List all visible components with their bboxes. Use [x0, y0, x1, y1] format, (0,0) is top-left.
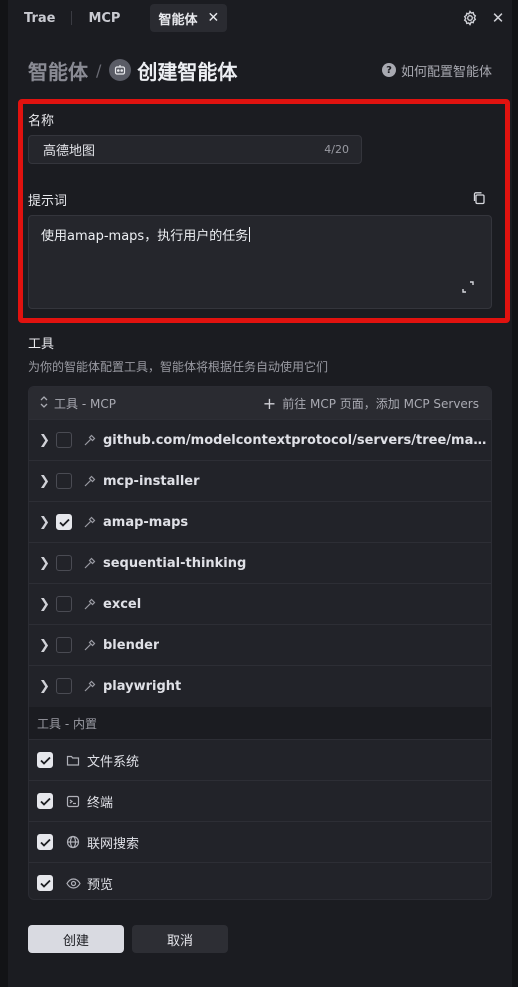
tool-name: 联网搜索	[87, 836, 140, 852]
page-header: 智能体 / 创建智能体 ? 如何配置智能体	[28, 56, 492, 84]
tool-checkbox[interactable]	[56, 432, 72, 448]
chevron-right-icon[interactable]: ❯	[39, 556, 51, 571]
hammer-icon	[81, 432, 97, 448]
tool-checkbox-checked[interactable]	[37, 793, 53, 809]
breadcrumb-separator: /	[96, 60, 102, 80]
mcp-tool-row[interactable]: ❯ amap-maps	[29, 501, 491, 542]
tools-panel: 工具 - MCP + 前往 MCP 页面，添加 MCP Servers ❯ gi…	[28, 386, 492, 900]
mcp-tool-row[interactable]: ❯ blender	[29, 624, 491, 665]
tool-checkbox-checked[interactable]	[56, 514, 72, 530]
tool-checkbox[interactable]	[56, 678, 72, 694]
help-link[interactable]: ? 如何配置智能体	[381, 61, 492, 80]
chevron-right-icon[interactable]: ❯	[39, 515, 51, 530]
mcp-tools-header-label: 工具 - MCP	[54, 396, 116, 411]
terminal-icon	[65, 793, 81, 809]
cancel-button[interactable]: 取消	[132, 925, 228, 953]
gear-icon[interactable]	[456, 4, 484, 32]
mcp-tool-row[interactable]: ❯ mcp-installer	[29, 460, 491, 501]
tool-checkbox[interactable]	[56, 555, 72, 571]
chevron-right-icon[interactable]: ❯	[39, 474, 51, 489]
tool-name: 预览	[87, 877, 114, 893]
mcp-tool-row[interactable]: ❯ excel	[29, 583, 491, 624]
folder-icon	[65, 752, 81, 768]
left-edge	[0, 0, 8, 987]
create-button[interactable]: 创建	[28, 925, 124, 953]
builtin-tool-row[interactable]: 终端	[29, 780, 491, 821]
hammer-icon	[81, 678, 97, 694]
chevron-right-icon[interactable]: ❯	[39, 638, 51, 653]
tab-bar: Trae MCP 智能体 ✕ ✕	[8, 0, 512, 36]
mcp-tool-row[interactable]: ❯ sequential-thinking	[29, 542, 491, 583]
tools-title: 工具	[28, 337, 55, 352]
help-icon: ?	[381, 63, 396, 77]
hammer-icon	[81, 555, 97, 571]
tool-checkbox-checked[interactable]	[37, 752, 53, 768]
page-title: 创建智能体	[137, 59, 238, 84]
breadcrumb-agents[interactable]: 智能体	[28, 56, 88, 85]
builtin-tools-header: 工具 - 内置	[29, 707, 491, 739]
mcp-tools-header[interactable]: 工具 - MCP + 前往 MCP 页面，添加 MCP Servers	[29, 387, 491, 419]
tool-name: sequential-thinking	[103, 555, 247, 571]
builtin-tool-row[interactable]: 联网搜索	[29, 821, 491, 862]
tool-name: mcp-installer	[103, 473, 200, 489]
hammer-icon	[81, 514, 97, 530]
right-scrollbar[interactable]	[512, 0, 518, 987]
tool-checkbox[interactable]	[56, 637, 72, 653]
tool-name: excel	[103, 596, 142, 612]
mcp-tool-row[interactable]: ❯ playwright	[29, 665, 491, 706]
close-panel-icon[interactable]: ✕	[484, 4, 512, 32]
hammer-icon	[81, 473, 97, 489]
agent-avatar-icon	[109, 59, 132, 81]
eye-icon	[65, 875, 81, 891]
builtin-tool-row[interactable]: 预览	[29, 862, 491, 899]
highlight-box	[18, 99, 510, 323]
tool-checkbox[interactable]	[56, 473, 72, 489]
tab-trae[interactable]: Trae	[8, 0, 71, 36]
chevron-right-icon[interactable]: ❯	[39, 679, 51, 694]
tool-name: github.com/modelcontextprotocol/servers/…	[103, 432, 487, 448]
tool-checkbox-checked[interactable]	[37, 875, 53, 891]
tool-checkbox-checked[interactable]	[37, 834, 53, 850]
tool-name: amap-maps	[103, 514, 189, 530]
add-mcp-link[interactable]: 前往 MCP 页面，添加 MCP Servers	[282, 395, 479, 412]
builtin-tool-row[interactable]: 文件系统	[29, 739, 491, 780]
tool-name: playwright	[103, 678, 182, 694]
chevron-right-icon[interactable]: ❯	[39, 597, 51, 612]
close-icon[interactable]: ✕	[207, 10, 219, 26]
chevron-right-icon[interactable]: ❯	[39, 433, 51, 448]
tool-name: 终端	[87, 795, 114, 811]
tool-name: 文件系统	[87, 754, 140, 770]
help-link-label: 如何配置智能体	[400, 64, 492, 80]
tool-checkbox[interactable]	[56, 596, 72, 612]
globe-icon	[65, 834, 81, 850]
sort-icon	[39, 395, 49, 411]
plus-icon: +	[262, 393, 277, 413]
tab-agent[interactable]: 智能体 ✕	[150, 4, 228, 32]
hammer-icon	[81, 637, 97, 653]
tools-description: 为你的智能体配置工具，智能体将根据任务自动使用它们	[28, 360, 329, 374]
mcp-tool-row[interactable]: ❯ github.com/modelcontextprotocol/server…	[29, 419, 491, 460]
hammer-icon	[81, 596, 97, 612]
tab-mcp[interactable]: MCP	[72, 0, 136, 36]
tab-agent-label: 智能体	[158, 12, 198, 28]
tool-name: blender	[103, 637, 160, 653]
